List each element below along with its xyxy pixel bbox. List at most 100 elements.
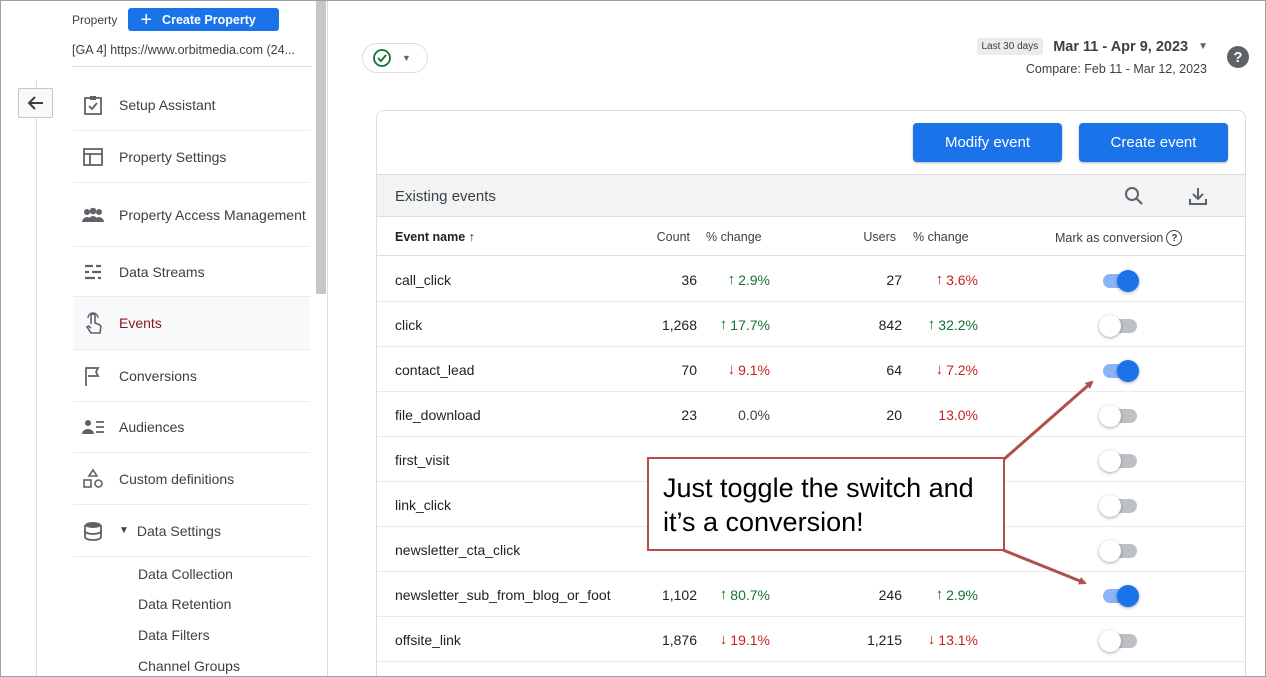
- shapes-icon: [81, 467, 105, 491]
- audiences-icon: [81, 415, 105, 439]
- mark-as-conversion-toggle[interactable]: [1099, 629, 1139, 652]
- mark-as-conversion-toggle[interactable]: [1099, 314, 1139, 337]
- mark-as-conversion-toggle[interactable]: [1099, 494, 1139, 517]
- sidebar-item-label: Conversions: [119, 367, 197, 384]
- property-settings-icon: [81, 145, 105, 169]
- column-header-count[interactable]: Count: [657, 230, 690, 244]
- sidebar-item-property-access-management[interactable]: Property Access Management: [73, 183, 310, 247]
- arrow-up-icon: ↑: [935, 586, 944, 603]
- event-count: 1,268: [661, 317, 697, 333]
- pct-change-value: 2.9%: [946, 587, 978, 603]
- event-count: 23: [681, 407, 697, 423]
- admin-sidebar: Property + Create Property [GA 4] https:…: [0, 0, 328, 677]
- plus-icon: +: [140, 8, 153, 31]
- callout-line: Just toggle the switch and: [663, 473, 974, 503]
- event-name: newsletter_cta_click: [395, 542, 521, 558]
- existing-events-title: Existing events: [395, 188, 496, 205]
- caret-down-icon: ▼: [119, 525, 129, 536]
- toggle-knob: [1117, 270, 1139, 292]
- table-row[interactable]: offsite_link 1,876 ↓ 19.1% 1,215 ↓ 13.1%: [377, 617, 1245, 662]
- annotation-callout: Just toggle the switch and it’s a conver…: [647, 457, 1005, 551]
- date-range-picker[interactable]: Last 30 days Mar 11 - Apr 9, 2023 ▼ Comp…: [976, 38, 1208, 76]
- pct-change-value: 7.2%: [946, 362, 978, 378]
- mark-as-conversion-toggle[interactable]: [1099, 359, 1139, 382]
- sidebar-item-label: Property Settings: [119, 148, 227, 165]
- mark-as-conversion-toggle[interactable]: [1099, 449, 1139, 472]
- status-dropdown[interactable]: ▼: [362, 43, 428, 73]
- property-row: Property + Create Property: [72, 8, 280, 31]
- mark-as-conversion-toggle[interactable]: [1099, 404, 1139, 427]
- sidebar-item-data-streams[interactable]: Data Streams: [73, 247, 310, 297]
- toggle-knob: [1099, 405, 1121, 427]
- pct-change-value: 17.7%: [730, 317, 770, 333]
- toggle-knob: [1099, 450, 1121, 472]
- create-event-button[interactable]: Create event: [1079, 123, 1228, 162]
- sidebar-subitem-data-collection[interactable]: Data Collection: [138, 566, 233, 582]
- help-icon[interactable]: ?: [1166, 230, 1183, 246]
- sidebar-subitem-channel-groups[interactable]: Channel Groups: [138, 658, 240, 674]
- event-name: file_download: [395, 407, 481, 423]
- event-name: call_click: [395, 272, 452, 288]
- mark-as-conversion-toggle[interactable]: [1099, 269, 1139, 292]
- mark-as-conversion-toggle[interactable]: [1099, 584, 1139, 607]
- create-property-label: Create Property: [162, 12, 256, 27]
- check-circle-icon: [373, 49, 391, 67]
- event-name: contact_lead: [395, 362, 475, 378]
- create-property-button[interactable]: + Create Property: [128, 8, 280, 31]
- sidebar-item-data-settings[interactable]: ▼ Data Settings: [73, 505, 310, 557]
- event-count: 1,876: [661, 632, 697, 648]
- touch-icon: [81, 311, 105, 335]
- table-row[interactable]: call_click 36 ↑ 2.9% 27 ↑ 3.6%: [377, 257, 1245, 302]
- arrow-back-icon: [27, 96, 43, 110]
- event-name: newsletter_sub_from_blog_or_foot: [395, 587, 611, 603]
- sidebar-item-conversions[interactable]: Conversions: [73, 350, 310, 402]
- modify-event-button[interactable]: Modify event: [913, 123, 1062, 162]
- sidebar-item-custom-definitions[interactable]: Custom definitions: [73, 453, 310, 505]
- column-header-pct-change[interactable]: % change: [706, 230, 762, 244]
- arrow-down-icon: ↓: [727, 361, 736, 378]
- toggle-knob: [1117, 585, 1139, 607]
- table-row[interactable]: file_download 23 0.0% 20 13.0%: [377, 392, 1245, 437]
- last-days-badge: Last 30 days: [976, 38, 1044, 55]
- event-count: 36: [681, 272, 697, 288]
- column-header-event-name[interactable]: Event name ↑: [395, 230, 475, 244]
- property-selector[interactable]: [GA 4] https://www.orbitmedia.com (24...: [72, 43, 312, 57]
- column-header-users[interactable]: Users: [863, 230, 896, 244]
- event-users: 27: [886, 272, 902, 288]
- callout-line: it’s a conversion!: [663, 507, 864, 537]
- mark-as-conversion-toggle[interactable]: [1099, 539, 1139, 562]
- sidebar-item-property-settings[interactable]: Property Settings: [73, 131, 310, 183]
- pct-change-value: 19.1%: [730, 632, 770, 648]
- sidebar-subitem-data-retention[interactable]: Data Retention: [138, 596, 231, 612]
- existing-events-header: Existing events: [377, 174, 1245, 217]
- column-header-mark-as-conversion: Mark as conversion?: [1055, 230, 1183, 246]
- setup-assistant-icon: [81, 93, 105, 117]
- pct-change-value: 0.0%: [738, 407, 770, 423]
- toggle-knob: [1117, 360, 1139, 382]
- sidebar-scrollbar[interactable]: [316, 0, 326, 294]
- search-icon[interactable]: [1123, 185, 1145, 212]
- sort-arrow-up-icon: ↑: [468, 230, 475, 244]
- sidebar-item-setup-assistant[interactable]: Setup Assistant: [73, 79, 310, 131]
- date-range: Mar 11 - Apr 9, 2023: [1053, 38, 1189, 55]
- sidebar-item-audiences[interactable]: Audiences: [73, 402, 310, 453]
- event-count: 1,102: [661, 587, 697, 603]
- table-header: Event name ↑ Count % change Users % chan…: [377, 218, 1245, 256]
- database-icon: [81, 519, 105, 543]
- divider: [36, 80, 37, 677]
- table-row[interactable]: contact_lead 70 ↓ 9.1% 64 ↓ 7.2%: [377, 347, 1245, 392]
- back-button[interactable]: [18, 88, 53, 118]
- table-row[interactable]: newsletter_sub_from_blog_or_foot 1,102 ↑ 80…: [377, 572, 1245, 617]
- table-row[interactable]: click 1,268 ↑ 17.7% 842 ↑ 32.2%: [377, 302, 1245, 347]
- download-icon[interactable]: [1187, 185, 1209, 212]
- property-label: Property: [72, 12, 118, 27]
- column-header-pct-change[interactable]: % change: [913, 230, 969, 244]
- pct-change-value: 80.7%: [730, 587, 770, 603]
- sidebar-item-label: Setup Assistant: [119, 96, 216, 113]
- event-users: 842: [878, 317, 902, 333]
- sidebar-item-events[interactable]: Events: [73, 297, 310, 350]
- pct-change-value: 2.9%: [738, 272, 770, 288]
- help-icon[interactable]: ?: [1227, 46, 1249, 68]
- sidebar-item-label: Data Streams: [119, 263, 205, 280]
- sidebar-subitem-data-filters[interactable]: Data Filters: [138, 627, 210, 643]
